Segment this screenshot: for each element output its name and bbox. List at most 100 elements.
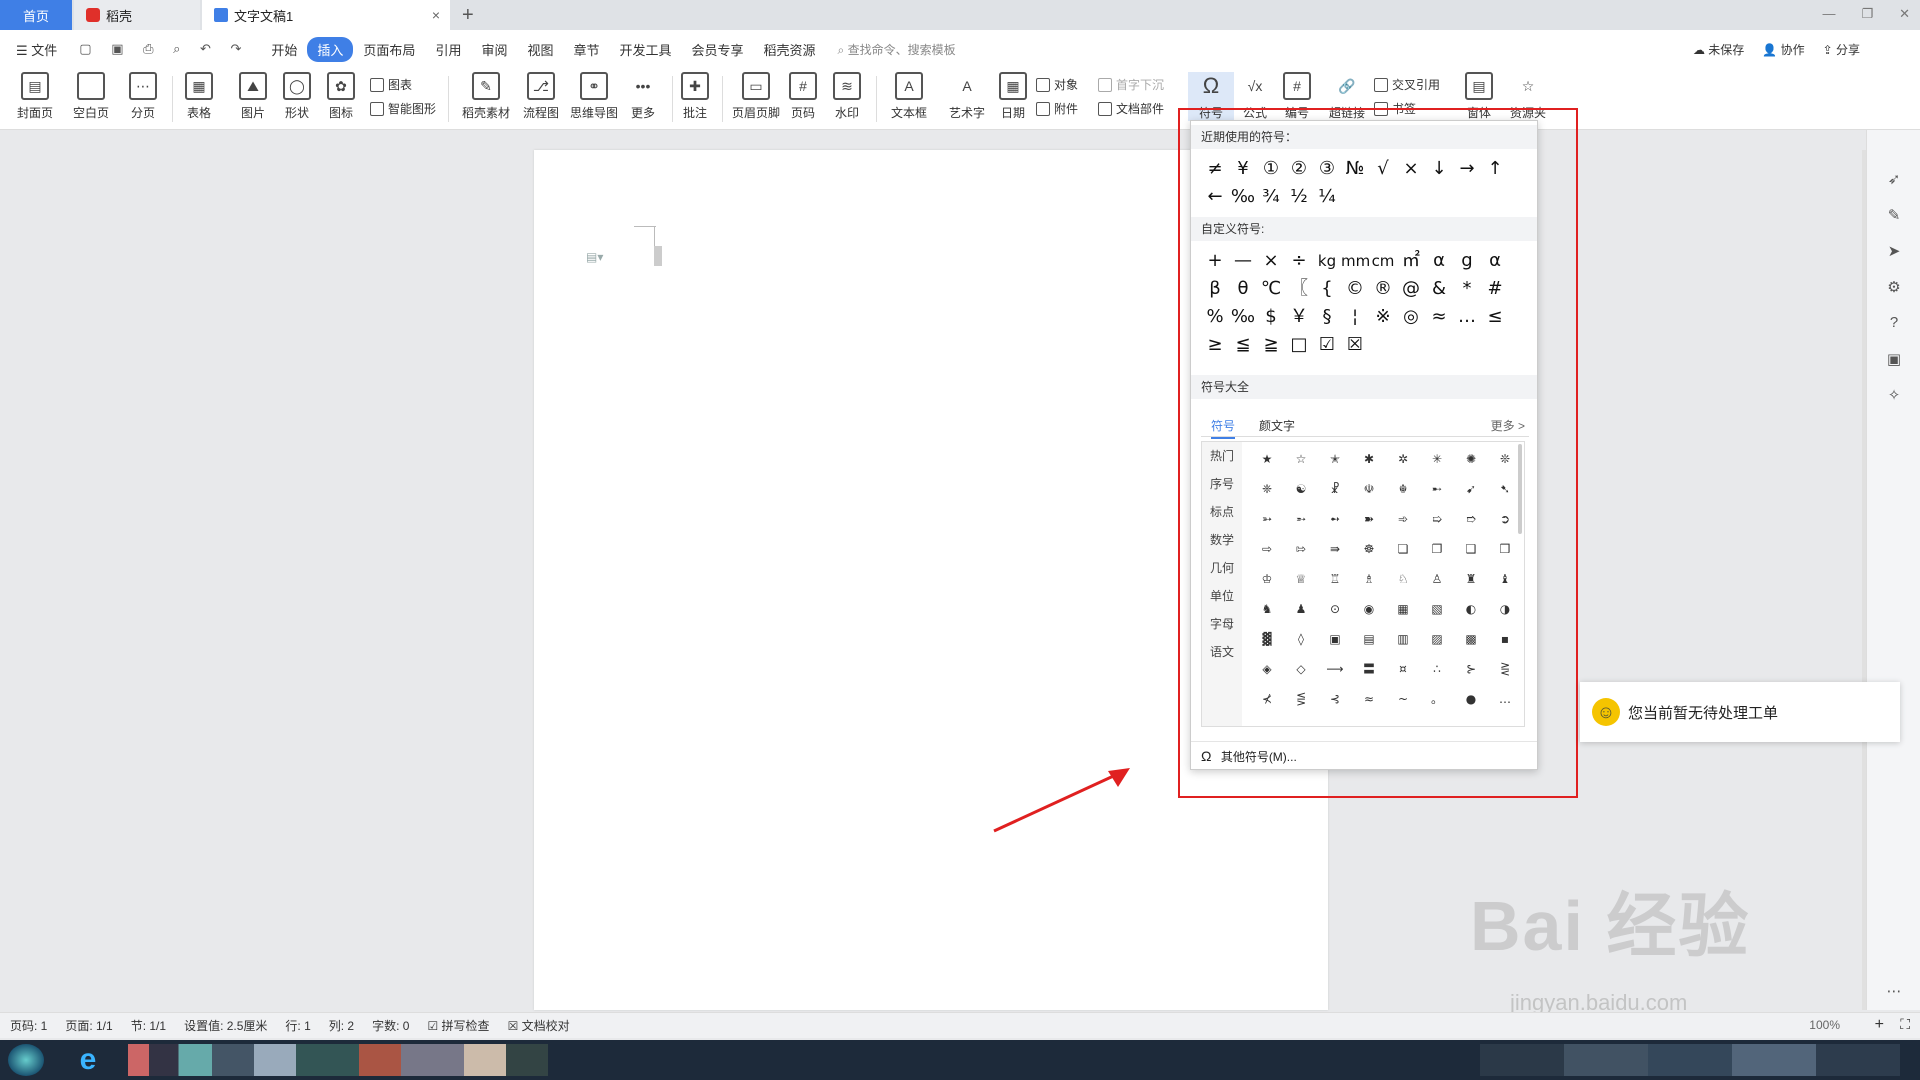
pen-icon[interactable]: ✎	[1885, 206, 1903, 224]
library-symbol-cell[interactable]: ◊	[1284, 624, 1318, 654]
rocket-icon[interactable]: ➶	[1885, 170, 1903, 188]
header-footer-button[interactable]: ▭ 页眉页脚	[728, 72, 784, 121]
cover-page-button[interactable]: ▤ 封面页	[12, 72, 58, 121]
symbol-category-item[interactable]: 字母	[1202, 610, 1242, 638]
comment-button[interactable]: ✚ 批注	[672, 72, 718, 121]
page-number-button[interactable]: # 页码	[780, 72, 826, 121]
file-menu[interactable]: ☰ 文件	[6, 40, 67, 59]
icon-button[interactable]: ✿ 图标	[318, 72, 364, 121]
library-symbol-cell[interactable]: ☫	[1352, 474, 1386, 504]
close-window-icon[interactable]: ✕	[1899, 6, 1910, 22]
share-button[interactable]: ⇪ 分享	[1823, 41, 1860, 58]
zoom-in-icon[interactable]: +	[1875, 1016, 1884, 1034]
library-symbol-cell[interactable]: 〓	[1352, 654, 1386, 684]
library-symbol-cell[interactable]: ★	[1250, 444, 1284, 474]
symbol-cell[interactable]: +	[1201, 247, 1229, 275]
symbol-cell[interactable]: ☒	[1341, 331, 1369, 359]
library-symbol-cell[interactable]: ◑	[1488, 594, 1522, 624]
library-symbol-cell[interactable]: ⟶	[1318, 654, 1352, 684]
library-symbol-cell[interactable]: ◇	[1284, 654, 1318, 684]
menu-item-layout[interactable]: 页面布局	[353, 40, 425, 59]
library-symbol-cell[interactable]: ☯	[1284, 474, 1318, 504]
wordart-button[interactable]: A 艺术字	[942, 72, 992, 121]
minimize-icon[interactable]: —	[1822, 6, 1835, 22]
object-button[interactable]: 对象	[1036, 76, 1078, 93]
symbol-cell[interactable]: ℃	[1257, 275, 1285, 303]
crossref-button[interactable]: 交叉引用	[1374, 76, 1440, 93]
symbol-cell[interactable]: ¥	[1229, 155, 1257, 183]
help-icon[interactable]: ?	[1885, 314, 1903, 332]
menu-item-insert[interactable]: 插入	[307, 36, 354, 62]
library-symbol-cell[interactable]: ➵	[1284, 504, 1318, 534]
tab-daoke[interactable]: 稻壳	[74, 0, 200, 30]
library-symbol-cell[interactable]: ♙	[1420, 564, 1454, 594]
library-symbol-cell[interactable]: ◐	[1454, 594, 1488, 624]
attach-button[interactable]: 附件	[1036, 100, 1078, 117]
library-symbol-cell[interactable]: ▥	[1386, 624, 1420, 654]
library-symbol-cell[interactable]: ❈	[1250, 474, 1284, 504]
watermark-button[interactable]: ≋ 水印	[824, 72, 870, 121]
chart-button[interactable]: 图表	[370, 76, 412, 93]
compass-icon[interactable]: ✧	[1885, 386, 1903, 404]
symbol-category-item[interactable]: 语文	[1202, 638, 1242, 666]
library-symbol-cell[interactable]: ❑	[1454, 534, 1488, 564]
sliders-icon[interactable]: ⚙	[1885, 278, 1903, 296]
library-symbol-cell[interactable]: ♝	[1488, 564, 1522, 594]
symbol-cell[interactable]: α	[1425, 247, 1453, 275]
shape-button[interactable]: ◯ 形状	[274, 72, 320, 121]
library-symbol-cell[interactable]: ▣	[1318, 624, 1352, 654]
symbol-cell[interactable]: →	[1453, 155, 1481, 183]
library-symbol-cell[interactable]: ¤	[1386, 654, 1420, 684]
symbol-cell[interactable]: ㎡	[1397, 247, 1425, 275]
library-symbol-cell[interactable]: 。	[1420, 684, 1454, 714]
symbol-cell[interactable]: ←	[1201, 183, 1229, 211]
library-symbol-cell[interactable]: ♔	[1250, 564, 1284, 594]
symbol-cell[interactable]: □	[1285, 331, 1313, 359]
library-symbol-cell[interactable]: ☆	[1284, 444, 1318, 474]
unsaved-button[interactable]: ☁ 未保存	[1693, 41, 1744, 58]
library-symbol-cell[interactable]: ♕	[1284, 564, 1318, 594]
tab-kaomoji[interactable]: 颜文字	[1259, 417, 1295, 434]
library-symbol-cell[interactable]: ➽	[1352, 504, 1386, 534]
close-tab-icon[interactable]: ×	[432, 7, 440, 23]
symbol-cell[interactable]: ↓	[1425, 155, 1453, 183]
symbol-cell[interactable]: ½	[1285, 183, 1313, 211]
table-button[interactable]: ▦ 表格	[176, 72, 222, 121]
symbol-cell[interactable]: —	[1229, 247, 1257, 275]
library-symbol-cell[interactable]: ✺	[1454, 444, 1488, 474]
symbol-cell[interactable]: ￥	[1285, 303, 1313, 331]
page-break-button[interactable]: ⋯ 分页	[120, 72, 166, 121]
symbol-cell[interactable]: &	[1425, 275, 1453, 303]
blank-page-button[interactable]: 空白页	[68, 72, 114, 121]
library-symbol-cell[interactable]: ☬	[1386, 474, 1420, 504]
menu-item-start[interactable]: 开始	[261, 40, 307, 59]
menu-item-chapter[interactable]: 章节	[563, 40, 609, 59]
library-symbol-cell[interactable]: ▪	[1488, 624, 1522, 654]
daoke-material-button[interactable]: ✎ 稻壳素材	[458, 72, 514, 121]
library-symbol-cell[interactable]: ⋛	[1488, 654, 1522, 684]
symbol-cell[interactable]: ≧	[1257, 331, 1285, 359]
library-symbol-cell[interactable]: ♘	[1386, 564, 1420, 594]
library-symbol-cell[interactable]: ➹	[1454, 474, 1488, 504]
library-symbol-cell[interactable]: ⇰	[1284, 534, 1318, 564]
library-symbol-cell[interactable]: ✭	[1318, 444, 1352, 474]
library-symbol-cell[interactable]: ⊀	[1250, 684, 1284, 714]
symbol-cell[interactable]: §	[1313, 303, 1341, 331]
library-symbol-cell[interactable]: ♖	[1318, 564, 1352, 594]
library-symbol-cell[interactable]: ◉	[1352, 594, 1386, 624]
symbol-cell[interactable]: ≤	[1481, 303, 1509, 331]
docpart-button[interactable]: 文档部件	[1098, 100, 1164, 117]
library-symbol-cell[interactable]: ➱	[1454, 504, 1488, 534]
spellcheck-button[interactable]: ☑ 拼写检查	[427, 1017, 489, 1034]
new-tab-button[interactable]: +	[462, 4, 474, 27]
smartart-button[interactable]: 智能图形	[370, 100, 436, 117]
library-symbol-cell[interactable]: ✲	[1386, 444, 1420, 474]
menu-item-daoke-res[interactable]: 稻壳资源	[754, 40, 826, 59]
library-symbol-cell[interactable]: ∴	[1420, 654, 1454, 684]
library-symbol-cell[interactable]: ~	[1386, 684, 1420, 714]
cursor-icon[interactable]: ➤	[1885, 242, 1903, 260]
library-symbol-cell[interactable]: ➯	[1420, 504, 1454, 534]
library-symbol-cell[interactable]: ➷	[1488, 474, 1522, 504]
zoom-level[interactable]: 100%	[1809, 1018, 1840, 1032]
symbol-cell[interactable]: ≈	[1425, 303, 1453, 331]
